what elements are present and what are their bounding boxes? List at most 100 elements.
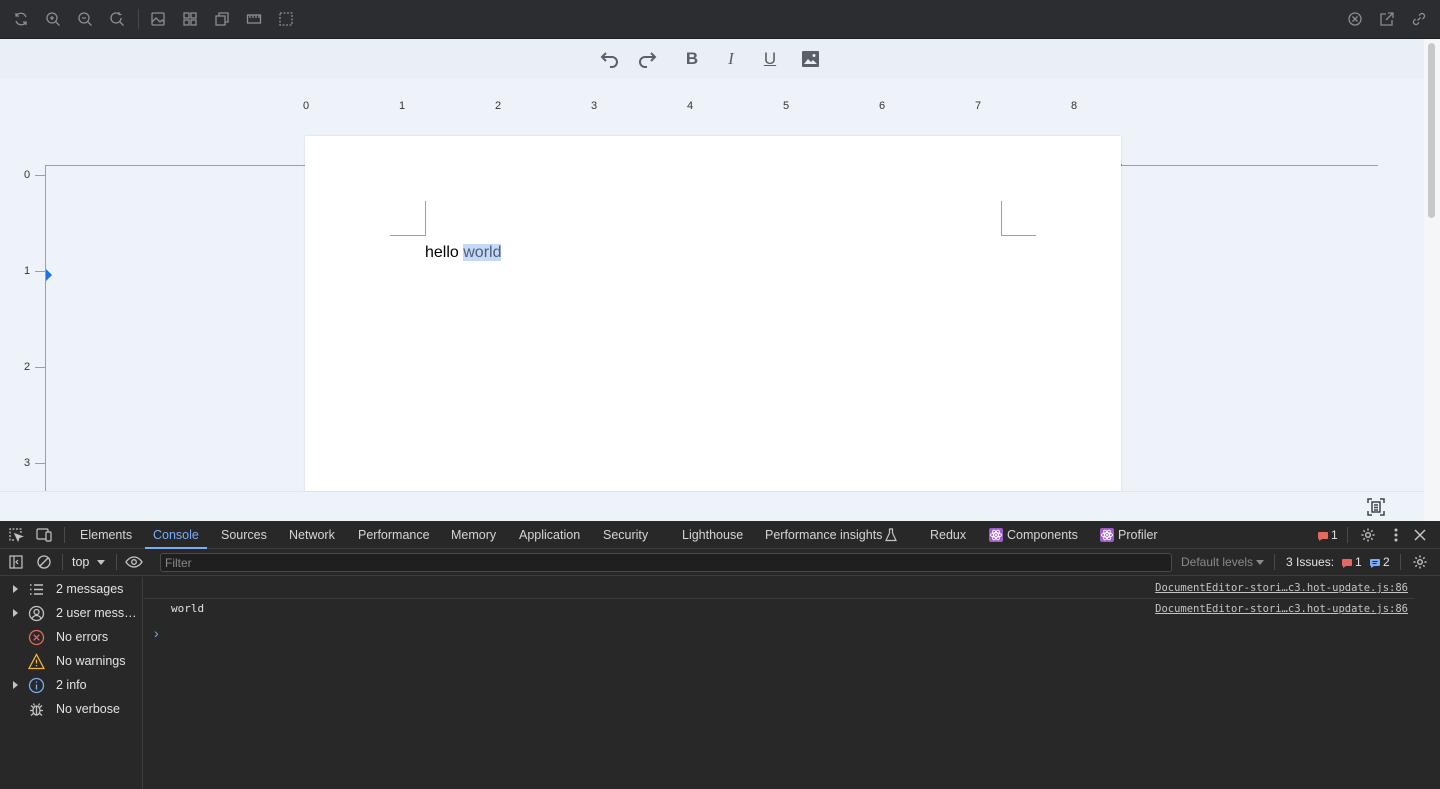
document-text-plain: hello	[425, 244, 464, 261]
sidebar-item-label: 2 user messages	[56, 606, 142, 620]
chevron-down-icon[interactable]	[1256, 560, 1264, 565]
story-preview: B I U 0 1 2 3 4 5 6 7 8 0 1 2 3 hello wo…	[0, 39, 1440, 521]
tab-separator	[64, 527, 65, 543]
tab-elements[interactable]: Elements	[80, 521, 132, 549]
ruler-h-label: 2	[495, 100, 502, 112]
filter-separator	[1400, 554, 1401, 570]
undo-icon[interactable]	[597, 48, 621, 70]
console-output[interactable]: DocumentEditor-stori…c3.hot-update.js:86…	[144, 577, 1440, 789]
sidebar-item-user-messages[interactable]: 2 user messages	[0, 601, 143, 625]
settings-gear-icon[interactable]	[1360, 527, 1376, 543]
tab-memory[interactable]: Memory	[451, 521, 496, 549]
console-log-message: world	[171, 602, 205, 615]
preview-scrollbar[interactable]	[1424, 39, 1440, 521]
error-badge-count[interactable]: 1	[1331, 528, 1338, 542]
viewport-icon[interactable]	[214, 11, 230, 27]
redo-icon[interactable]	[636, 48, 660, 70]
log-levels-dropdown[interactable]: Default levels	[1181, 555, 1253, 569]
console-log-row[interactable]: world DocumentEditor-stori…c3.hot-update…	[144, 599, 1414, 620]
editor-canvas[interactable]: 0 1 2 3 4 5 6 7 8 0 1 2 3 hello world	[0, 79, 1424, 491]
close-devtools-icon[interactable]	[1413, 528, 1427, 542]
console-log-source-link[interactable]: DocumentEditor-stori…c3.hot-update.js:86	[1155, 582, 1408, 594]
tab-network[interactable]: Network	[289, 521, 335, 549]
live-expression-eye-icon[interactable]	[125, 555, 143, 569]
ruler-h-label: 0	[303, 100, 310, 112]
expand-arrow-icon[interactable]	[13, 681, 18, 689]
warning-icon	[28, 653, 45, 670]
ruler-h-label: 4	[687, 100, 694, 112]
error-badge-icon	[1318, 531, 1328, 541]
storybook-toolbar	[0, 0, 1440, 39]
sidebar-item-errors[interactable]: No errors	[0, 625, 143, 649]
sidebar-item-verbose[interactable]: No verbose	[0, 697, 143, 721]
inspect-element-icon[interactable]	[8, 527, 24, 543]
filter-input[interactable]	[160, 553, 1172, 572]
sidebar-item-messages[interactable]: 2 messages	[0, 577, 143, 601]
sidebar-item-label: No errors	[56, 630, 109, 644]
ruler-h-label: 1	[399, 100, 406, 112]
console-settings-icon[interactable]	[1412, 554, 1428, 570]
expand-arrow-icon[interactable]	[13, 585, 18, 593]
bold-icon[interactable]: B	[680, 48, 704, 70]
reset-zoom-icon[interactable]	[109, 11, 125, 27]
sidebar-toggle-icon[interactable]	[8, 554, 24, 570]
tab-lighthouse[interactable]: Lighthouse	[682, 521, 743, 549]
ruler-h-label: 6	[879, 100, 886, 112]
tab-redux[interactable]: Redux	[930, 521, 966, 549]
user-icon	[28, 605, 45, 622]
console-prompt-icon[interactable]: ›	[154, 625, 159, 641]
close-icon[interactable]	[1347, 11, 1363, 27]
sidebar-item-info[interactable]: 2 info	[0, 673, 143, 697]
fit-page-icon[interactable]	[1366, 497, 1386, 517]
tab-profiler[interactable]: Profiler	[1118, 521, 1158, 549]
tab-console[interactable]: Console	[145, 521, 207, 549]
chevron-down-icon[interactable]	[97, 560, 105, 565]
tab-performance-insights[interactable]: Performance insights	[765, 521, 882, 549]
tab-security[interactable]: Security	[603, 521, 648, 549]
background-icon[interactable]	[150, 11, 166, 27]
issues-info-count[interactable]: 2	[1383, 555, 1390, 569]
tab-application[interactable]: Application	[519, 521, 580, 549]
devtools-panel: Elements Console Sources Network Perform…	[0, 521, 1440, 789]
clear-console-icon[interactable]	[36, 554, 52, 570]
device-toolbar-icon[interactable]	[36, 527, 53, 543]
react-profiler-icon	[1100, 528, 1114, 542]
open-new-tab-icon[interactable]	[1379, 11, 1395, 27]
tab-sources[interactable]: Sources	[221, 521, 267, 549]
copy-link-icon[interactable]	[1411, 11, 1427, 27]
devtools-tab-bar: Elements Console Sources Network Perform…	[0, 521, 1440, 549]
document-text[interactable]: hello world	[425, 244, 502, 262]
top-margin-marker[interactable]	[46, 269, 52, 281]
reload-icon[interactable]	[13, 11, 29, 27]
image-icon[interactable]	[798, 48, 822, 70]
info-icon	[28, 677, 45, 694]
zoom-out-icon[interactable]	[77, 11, 93, 27]
ruler-v-label: 2	[24, 361, 31, 373]
underline-icon[interactable]: U	[758, 48, 782, 70]
issues-error-count[interactable]: 1	[1355, 555, 1362, 569]
tab-performance[interactable]: Performance	[358, 521, 430, 549]
ruler-v-label: 1	[24, 265, 31, 277]
grid-icon[interactable]	[182, 11, 198, 27]
zoom-in-icon[interactable]	[45, 11, 61, 27]
tab-separator	[1347, 527, 1348, 543]
italic-icon[interactable]: I	[719, 48, 743, 70]
document-text-selection: world	[463, 244, 502, 261]
outline-icon[interactable]	[278, 11, 294, 27]
context-selector[interactable]: top	[72, 555, 89, 569]
flask-icon	[885, 528, 897, 542]
sidebar-item-label: No verbose	[56, 702, 120, 716]
document-page[interactable]: hello world	[305, 136, 1121, 491]
issues-label[interactable]: 3 Issues:	[1286, 555, 1334, 569]
expand-arrow-icon[interactable]	[13, 609, 18, 617]
more-options-icon[interactable]	[1390, 527, 1402, 543]
scrollbar-thumb[interactable]	[1428, 43, 1435, 218]
tab-components[interactable]: Components	[1007, 521, 1078, 549]
sidebar-item-label: No warnings	[56, 654, 126, 668]
measure-icon[interactable]	[246, 11, 262, 27]
console-sidebar: 2 messages 2 user messages No errors No …	[0, 577, 143, 789]
filter-separator	[1274, 554, 1275, 570]
console-log-source-link[interactable]: DocumentEditor-stori…c3.hot-update.js:86	[1155, 603, 1408, 615]
console-log-row[interactable]: DocumentEditor-stori…c3.hot-update.js:86	[144, 578, 1414, 599]
sidebar-item-warnings[interactable]: No warnings	[0, 649, 143, 673]
